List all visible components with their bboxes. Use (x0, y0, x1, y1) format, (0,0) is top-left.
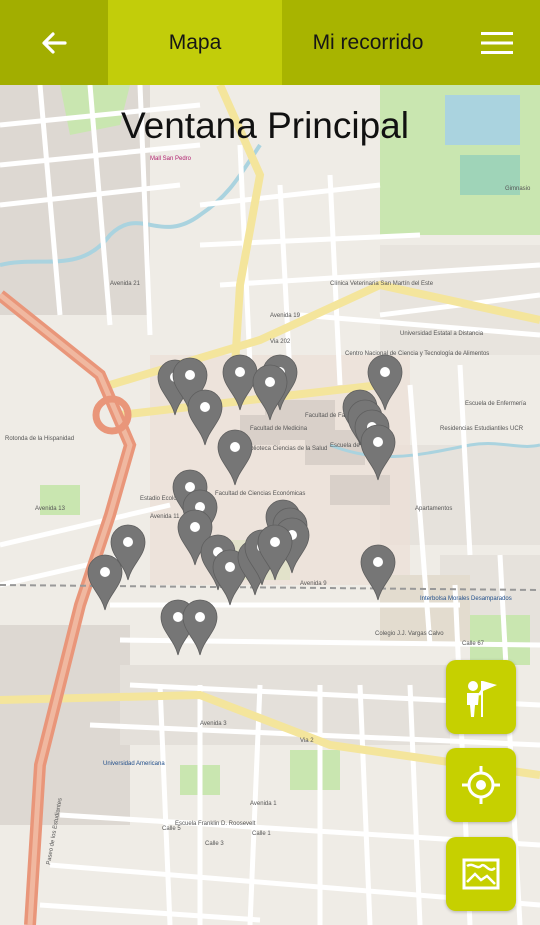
map-marker-dot (373, 557, 383, 567)
map-marker-dot (185, 482, 195, 492)
label-mall: Mall San Pedro (150, 156, 192, 162)
map-marker-dot (200, 402, 210, 412)
label-calle-67: Calle 67 (462, 641, 485, 647)
label-universidad-distancia: Universidad Estatal a Distancia (400, 331, 484, 337)
map-icon (462, 858, 500, 890)
tab-my-route[interactable]: Mi recorrido (282, 0, 454, 85)
label-gimnasio: Gimnasio (505, 186, 531, 192)
label-escuela-roosevelt: Escuela Franklin D. Roosevelt (175, 821, 256, 827)
map-marker-dot (225, 562, 235, 572)
map-marker-dot (235, 367, 245, 377)
map-marker-dot (270, 537, 280, 547)
label-interbolsa: Interbolsa Morales Desamparados (420, 596, 512, 602)
label-calle-1: Calle 1 (252, 831, 271, 837)
arrow-left-icon (42, 31, 67, 54)
target-location-icon (462, 766, 500, 804)
hamburger-menu-icon (481, 31, 513, 54)
label-avenida-21: Avenida 21 (110, 281, 141, 287)
label-residencias: Residencias Estudiantiles UCR (440, 426, 524, 432)
my-location-button[interactable] (446, 748, 516, 822)
guide-route-button[interactable] (446, 660, 516, 734)
tab-map-label: Mapa (168, 30, 222, 54)
label-biblioteca-salud: Biblioteca Ciencias de la Salud (245, 446, 327, 452)
map-marker-dot (123, 537, 133, 547)
map-view-button[interactable] (446, 837, 516, 911)
map-marker-dot (230, 442, 240, 452)
map-marker-dot (173, 612, 183, 622)
menu-button[interactable] (454, 0, 540, 85)
label-escuela-enfermeria: Escuela de Enfermería (465, 401, 527, 407)
map-view[interactable]: Avenida 21 Avenida 19 Avenida 13 Avenida… (0, 85, 540, 925)
label-avenida-3: Avenida 3 (200, 721, 227, 727)
map-title: Ventana Principal (121, 105, 409, 146)
tab-my-route-label: Mi recorrido (312, 30, 424, 54)
back-button[interactable] (0, 0, 108, 85)
map-marker-dot (190, 522, 200, 532)
label-facultad-medicina: Facultad de Medicina (250, 426, 308, 432)
map-marker-dot (100, 567, 110, 577)
label-via-202: Via 202 (270, 339, 291, 345)
tour-guide-flag-icon (467, 681, 497, 717)
label-avenida-1: Avenida 1 (250, 801, 277, 807)
map-marker-dot (265, 377, 275, 387)
label-avenida-9: Avenida 9 (300, 581, 327, 587)
label-colegio-vargas: Colegio J.J. Vargas Calvo (375, 631, 444, 637)
label-avenida-11: Avenida 11 (150, 514, 180, 520)
map-marker-dot (195, 612, 205, 622)
map-marker-dot (380, 367, 390, 377)
label-clinica: Clínica Veterinaria San Martín del Este (330, 281, 434, 287)
label-universidad-americana: Universidad Americana (103, 761, 165, 767)
label-apartamentos: Apartamentos (415, 506, 452, 512)
map-marker-dot (185, 370, 195, 380)
label-centro-nacional: Centro Nacional de Ciencia y Tecnología … (345, 351, 489, 357)
label-facultad-ciencias-economicas: Facultad de Ciencias Económicas (215, 491, 305, 497)
app-header: Mapa Mi recorrido (0, 0, 540, 85)
label-calle-3: Calle 3 (205, 841, 224, 847)
label-avenida-13: Avenida 13 (35, 506, 66, 512)
label-via-2: Via 2 (300, 738, 314, 744)
label-avenida-19: Avenida 19 (270, 313, 301, 319)
tab-map[interactable]: Mapa (108, 0, 282, 85)
label-rotonda: Rotonda de la Hispanidad (5, 436, 74, 442)
map-marker-dot (373, 437, 383, 447)
